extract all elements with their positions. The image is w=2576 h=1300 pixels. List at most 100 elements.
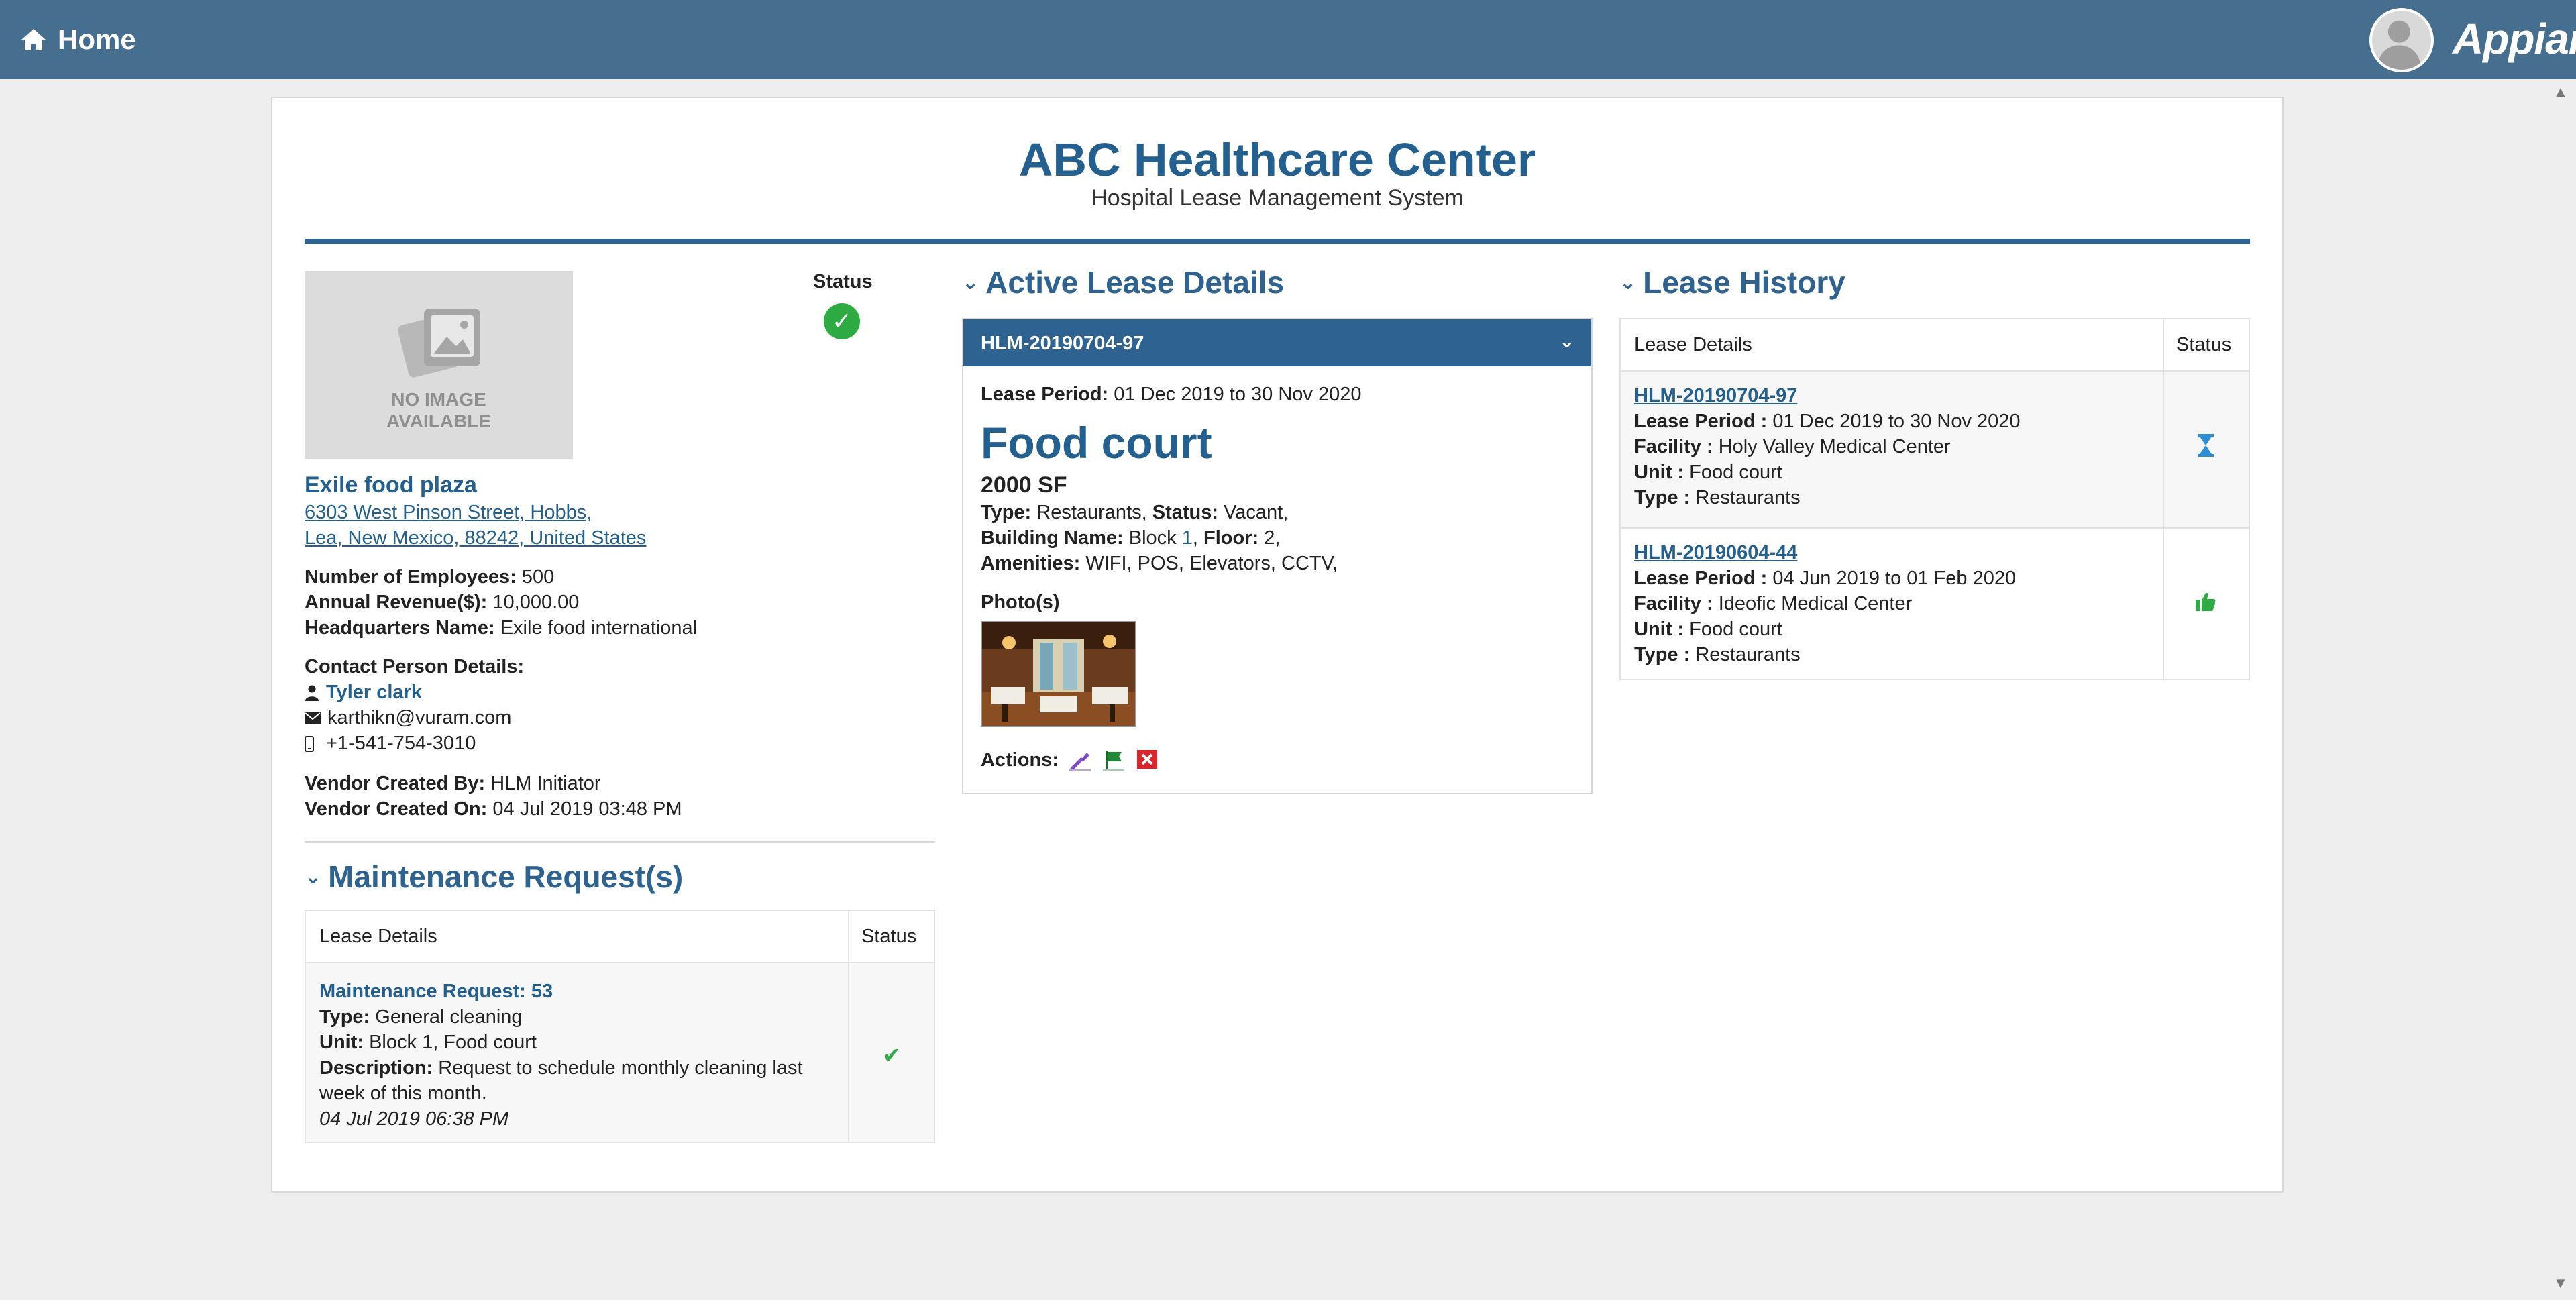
contact-phone: +1-541-754-3010 <box>326 733 476 754</box>
maintenance-desc-row: Description: Request to schedule monthly… <box>319 1057 803 1079</box>
restaurant-photo <box>982 622 1135 726</box>
history-type: Restaurants <box>1695 487 1801 508</box>
building-value: Block <box>1128 527 1177 549</box>
revenue-row: Annual Revenue($): 10,000.00 <box>305 592 579 614</box>
active-lease-header[interactable]: HLM-20190704-97 ⌄ <box>963 319 1591 366</box>
history-col-status: Status <box>2176 334 2232 356</box>
maintenance-desc-line1: Request to schedule monthly cleaning las… <box>438 1057 803 1079</box>
history-period-label: Lease Period : <box>1634 411 1768 432</box>
actions-label: Actions: <box>981 749 1059 771</box>
vendor-address-line2[interactable]: Lea, New Mexico, 88242, United States <box>305 527 646 549</box>
history-period: 04 Jun 2019 to 01 Feb 2020 <box>1772 567 2017 589</box>
active-lease-heading: Active Lease Details <box>985 265 1285 300</box>
history-period-row-2: Lease Period : 04 Jun 2019 to 01 Feb 202… <box>1634 567 2016 590</box>
maintenance-col-status: Status <box>861 926 917 947</box>
appian-logo: Appian <box>2453 15 2576 63</box>
image-placeholder-icon <box>398 309 480 378</box>
history-type-label: Type : <box>1634 487 1690 508</box>
vendor-name[interactable]: Exile food plaza <box>305 472 477 498</box>
user-icon <box>2377 20 2422 70</box>
home-link[interactable]: Home <box>20 20 136 59</box>
person-icon <box>305 685 319 701</box>
table-header-divider <box>306 962 934 963</box>
maintenance-type: General cleaning <box>375 1006 523 1028</box>
building-floor-row: Building Name: Block 1, Floor: 2, <box>981 527 1281 549</box>
table-column-divider <box>848 911 849 1142</box>
home-icon <box>21 29 46 50</box>
history-facility-label: Facility : <box>1634 436 1713 457</box>
history-unit-label: Unit : <box>1634 618 1684 640</box>
vendor-divider <box>305 841 935 843</box>
contact-name-row: Tyler clark <box>305 682 422 704</box>
header-divider <box>305 239 2250 244</box>
vendor-address-line1[interactable]: 6303 West Pinson Street, Hobbs, <box>305 502 592 524</box>
hq-label: Headquarters Name: <box>305 617 495 639</box>
maintenance-unit-row: Unit: Block 1, Food court <box>319 1032 537 1054</box>
created-on-label: Vendor Created On: <box>305 798 488 820</box>
page-subtitle: Hospital Lease Management System <box>1091 185 1464 211</box>
maintenance-col-details: Lease Details <box>319 926 437 947</box>
history-type-label: Type : <box>1634 644 1690 665</box>
contact-name-link[interactable]: Tyler clark <box>326 682 422 704</box>
user-avatar[interactable] <box>2369 8 2434 72</box>
history-facility: Ideofic Medical Center <box>1718 593 1913 614</box>
created-on-row: Vendor Created On: 04 Jul 2019 03:48 PM <box>305 798 682 820</box>
maintenance-heading: Maintenance Request(s) <box>328 859 684 894</box>
active-lease-section-toggle[interactable]: ⌄ Active Lease Details <box>962 264 1284 301</box>
maintenance-section-toggle[interactable]: ⌄ Maintenance Request(s) <box>305 859 683 895</box>
unit-name: Food court <box>981 418 1212 468</box>
maintenance-desc-label: Description: <box>319 1057 433 1079</box>
home-label: Home <box>58 23 136 55</box>
scroll-down-arrow[interactable]: ▼ <box>2553 1275 2568 1292</box>
active-lease-id: HLM-20190704-97 <box>981 333 1144 354</box>
lease-period: 01 Dec 2019 to 30 Nov 2020 <box>1114 384 1362 405</box>
hq-row: Headquarters Name: Exile food internatio… <box>305 617 697 639</box>
amenities-label: Amenities: <box>981 553 1081 574</box>
close-icon[interactable] <box>1135 749 1159 771</box>
history-type: Restaurants <box>1695 644 1801 665</box>
maintenance-timestamp: 04 Jul 2019 06:38 PM <box>319 1108 509 1130</box>
floor-value: 2, <box>1264 527 1281 549</box>
maintenance-unit-label: Unit: <box>319 1032 364 1053</box>
history-period-row-1: Lease Period : 01 Dec 2019 to 30 Nov 202… <box>1634 411 2021 433</box>
chevron-down-icon: ⌄ <box>962 271 979 294</box>
history-unit-row-1: Unit : Food court <box>1634 462 1782 484</box>
lease-period-row: Lease Period: 01 Dec 2019 to 30 Nov 2020 <box>981 384 1361 406</box>
history-unit-row-2: Unit : Food court <box>1634 618 1782 641</box>
floor-label: Floor: <box>1203 527 1259 549</box>
lease-history-section-toggle[interactable]: ⌄ Lease History <box>1619 264 1845 301</box>
no-image-text-line1: NO IMAGE <box>391 389 486 410</box>
history-unit: Food court <box>1689 462 1782 483</box>
hq-value: Exile food international <box>500 617 698 639</box>
history-lease-link-2[interactable]: HLM-20190604-44 <box>1634 542 1797 564</box>
unit-area: 2000 SF <box>981 472 1067 498</box>
building-number: 1 <box>1181 527 1193 549</box>
employees-value: 500 <box>521 566 555 588</box>
contact-email: karthikn@vuram.com <box>327 707 512 728</box>
wrench-icon[interactable] <box>1068 749 1092 771</box>
contact-phone-row: +1-541-754-3010 <box>305 733 476 755</box>
maintenance-request-link[interactable]: Maintenance Request: 53 <box>319 981 553 1003</box>
scroll-up-arrow[interactable]: ▲ <box>2553 83 2568 101</box>
maintenance-table: Lease Details Status Maintenance Request… <box>305 910 935 1143</box>
main-card: ABC Healthcare Center Hospital Lease Man… <box>271 97 2284 1193</box>
maintenance-type-label: Type: <box>319 1006 370 1028</box>
table-header-divider <box>1621 370 2249 372</box>
employees-label: Number of Employees: <box>305 566 517 588</box>
history-type-row-1: Type : Restaurants <box>1634 487 1801 509</box>
lease-type-label: Type: <box>981 502 1032 523</box>
unit-photo-thumbnail[interactable] <box>981 621 1136 727</box>
history-unit-label: Unit : <box>1634 462 1684 483</box>
revenue-label: Annual Revenue($): <box>305 592 488 613</box>
history-lease-link-1[interactable]: HLM-20190704-97 <box>1634 385 1797 407</box>
created-on-value: 04 Jul 2019 03:48 PM <box>492 798 682 820</box>
table-row-divider <box>1621 527 2249 529</box>
lease-type: Restaurants, <box>1036 502 1147 523</box>
vendor-status-label: Status <box>813 271 873 292</box>
check-icon: ✔ <box>883 1043 901 1067</box>
flag-icon[interactable] <box>1102 749 1126 771</box>
chevron-down-icon: ⌄ <box>1619 271 1637 294</box>
history-period-label: Lease Period : <box>1634 567 1768 589</box>
contact-email-row: karthikn@vuram.com <box>305 707 511 729</box>
hourglass-icon <box>2198 434 2214 457</box>
